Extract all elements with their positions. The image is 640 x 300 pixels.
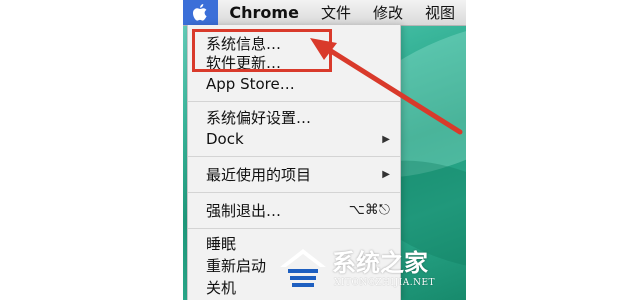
menu-bar: Chrome 文件 修改 视图 <box>183 0 466 26</box>
menu-item-label: 重新启动 <box>206 256 267 275</box>
watermark-title: 系统之家 <box>332 249 428 277</box>
menu-separator <box>188 156 400 157</box>
menu-separator <box>188 228 400 229</box>
house-logo-icon <box>280 249 326 287</box>
menubar-app-name[interactable]: Chrome <box>218 3 310 22</box>
annotation-highlight-box <box>192 29 332 72</box>
menu-item-system-preferences[interactable]: 系统偏好设置… <box>206 107 390 127</box>
menu-separator <box>188 192 400 193</box>
menu-item-label: 系统偏好设置… <box>206 108 312 127</box>
apple-logo-icon <box>193 4 208 21</box>
menu-item-dock[interactable]: Dock ▶ <box>206 129 390 149</box>
menu-item-force-quit[interactable]: 强制退出… ⌥⌘⎋ <box>206 200 390 220</box>
keyboard-shortcut: ⌥⌘⎋ <box>348 202 390 218</box>
menu-separator <box>188 101 400 102</box>
menu-item-recent-items[interactable]: 最近使用的项目 ▶ <box>206 164 390 184</box>
menu-item-label: Dock <box>206 130 244 148</box>
menu-item-label: 最近使用的项目 <box>206 165 312 184</box>
menubar-item-edit[interactable]: 修改 <box>362 2 414 23</box>
menu-item-label: 强制退出… <box>206 201 282 220</box>
apple-menu-button[interactable] <box>183 0 219 25</box>
menubar-item-view[interactable]: 视图 <box>414 2 466 23</box>
submenu-arrow-icon: ▶ <box>382 168 390 180</box>
menubar-item-file[interactable]: 文件 <box>310 2 362 23</box>
watermark: 系统之家 XITONGZHIJIA.NET <box>272 243 472 297</box>
menu-item-app-store[interactable]: App Store… <box>206 74 390 94</box>
menu-item-label: App Store… <box>206 75 295 93</box>
submenu-arrow-icon: ▶ <box>382 133 390 145</box>
menu-item-label: 睡眠 <box>206 234 237 253</box>
watermark-subtitle: XITONGZHIJIA.NET <box>334 278 436 288</box>
menu-item-label: 关机 <box>206 278 237 297</box>
